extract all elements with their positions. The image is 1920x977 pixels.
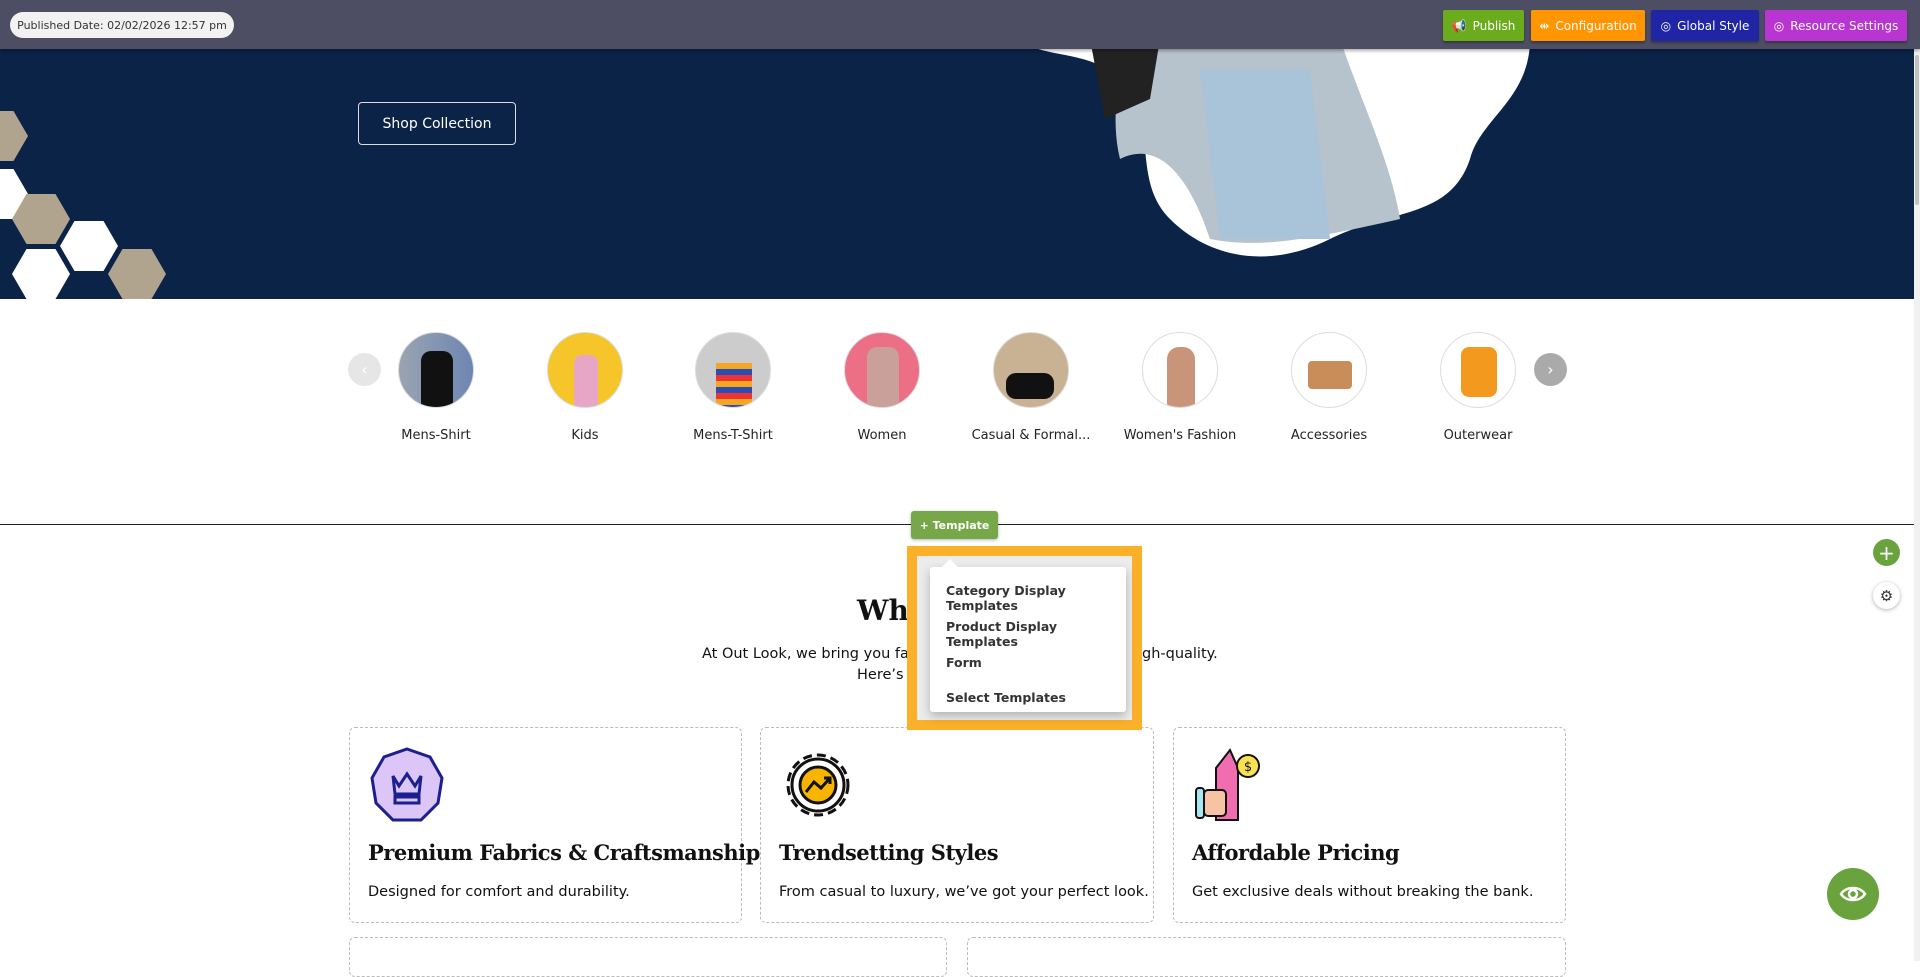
category-image <box>695 332 771 408</box>
feature-card <box>967 937 1566 977</box>
preview-button[interactable] <box>1827 868 1879 920</box>
category-image <box>993 332 1069 408</box>
category-item[interactable]: Women's Fashion <box>1110 332 1250 443</box>
category-item[interactable]: Women <box>812 332 952 443</box>
feature-title: Trendsetting Styles <box>779 840 998 865</box>
hexagon-decoration <box>12 249 70 299</box>
template-menu-highlight: Category Display Templates Product Displ… <box>907 546 1142 730</box>
globe-icon: ◎ <box>1774 19 1784 33</box>
gear-icon: ⚙ <box>1880 587 1893 605</box>
category-label: Mens-T-Shirt <box>663 428 803 443</box>
plus-icon: + <box>1878 541 1895 565</box>
editor-toolbar: Published Date: 02/02/2026 12:57 pm 📢 Pub… <box>0 0 1920 49</box>
model-image <box>1010 49 1540 299</box>
category-item[interactable]: Accessories <box>1259 332 1399 443</box>
category-label: Women <box>812 428 952 443</box>
shop-collection-button[interactable]: Shop Collection <box>358 102 516 145</box>
global-style-label: Global Style <box>1677 19 1749 33</box>
menu-item-form[interactable]: Form <box>946 655 982 670</box>
feature-title: Premium Fabrics & Craftsmanship <box>368 840 760 865</box>
gear-trend-icon <box>779 746 857 824</box>
chevron-right-icon: › <box>1547 360 1553 379</box>
category-label: Kids <box>515 428 655 443</box>
section-settings-button[interactable]: ⚙ <box>1873 582 1900 609</box>
scrollbar-thumb[interactable] <box>1915 55 1919 205</box>
section-intro-text: At Out Look, we bring you fash <box>702 646 926 662</box>
category-item[interactable]: Mens-Shirt <box>366 332 506 443</box>
feature-card: Premium Fabrics & Craftsmanship Designed… <box>349 727 742 923</box>
category-image <box>844 332 920 408</box>
add-template-button[interactable]: + Template <box>911 511 998 539</box>
menu-item-category-display-templates[interactable]: Category Display Templates <box>946 583 1126 613</box>
feature-title: Affordable Pricing <box>1192 840 1399 865</box>
feature-card: $ Affordable Pricing Get exclusive deals… <box>1173 727 1566 923</box>
category-label: Accessories <box>1259 428 1399 443</box>
hexagon-decoration <box>60 221 118 271</box>
configuration-button[interactable]: ⇹ Configuration <box>1531 10 1645 41</box>
category-image <box>1142 332 1218 408</box>
hexagon-decoration <box>108 249 166 299</box>
hexagon-decoration <box>0 111 28 161</box>
feature-card: Trendsetting Styles From casual to luxur… <box>760 727 1154 923</box>
category-label: Casual & Formal... <box>961 428 1101 443</box>
category-item[interactable]: Kids <box>515 332 655 443</box>
feature-card <box>349 937 947 977</box>
category-item[interactable]: Mens-T-Shirt <box>663 332 803 443</box>
feature-description: Get exclusive deals without breaking the… <box>1192 884 1533 900</box>
category-label: Women's Fashion <box>1110 428 1250 443</box>
menu-item-product-display-templates[interactable]: Product Display Templates <box>946 619 1126 649</box>
section-intro-text: gh-quality. <box>1142 646 1218 662</box>
price-tag-thumb-icon: $ <box>1192 746 1270 824</box>
settings-arrows-icon: ⇹ <box>1539 19 1549 33</box>
feature-description: Designed for comfort and durability. <box>368 884 630 900</box>
category-image <box>398 332 474 408</box>
category-item[interactable]: Outerwear <box>1408 332 1548 443</box>
resource-settings-button[interactable]: ◎ Resource Settings <box>1765 10 1907 41</box>
category-image <box>1440 332 1516 408</box>
publish-button[interactable]: 📢 Publish <box>1443 10 1524 41</box>
configuration-label: Configuration <box>1555 19 1636 33</box>
svg-text:$: $ <box>1244 760 1252 775</box>
resource-settings-label: Resource Settings <box>1790 19 1898 33</box>
crown-icon <box>368 746 446 824</box>
hero-banner: Shop Collection <box>0 49 1914 299</box>
megaphone-icon: 📢 <box>1452 19 1467 33</box>
menu-item-select-templates[interactable]: Select Templates <box>946 690 1066 705</box>
category-image <box>547 332 623 408</box>
category-image <box>1291 332 1367 408</box>
global-style-button[interactable]: ◎ Global Style <box>1651 10 1759 41</box>
category-item[interactable]: Casual & Formal... <box>961 332 1101 443</box>
globe-icon: ◎ <box>1661 19 1671 33</box>
eye-icon <box>1839 884 1867 904</box>
category-label: Mens-Shirt <box>366 428 506 443</box>
feature-description: From casual to luxury, we’ve got your pe… <box>779 884 1149 900</box>
template-dropdown-menu: Category Display Templates Product Displ… <box>930 567 1126 712</box>
published-date-badge: Published Date: 02/02/2026 12:57 pm <box>10 12 234 38</box>
add-section-button[interactable]: + <box>1873 539 1900 566</box>
category-label: Outerwear <box>1408 428 1548 443</box>
publish-label: Publish <box>1473 19 1516 33</box>
